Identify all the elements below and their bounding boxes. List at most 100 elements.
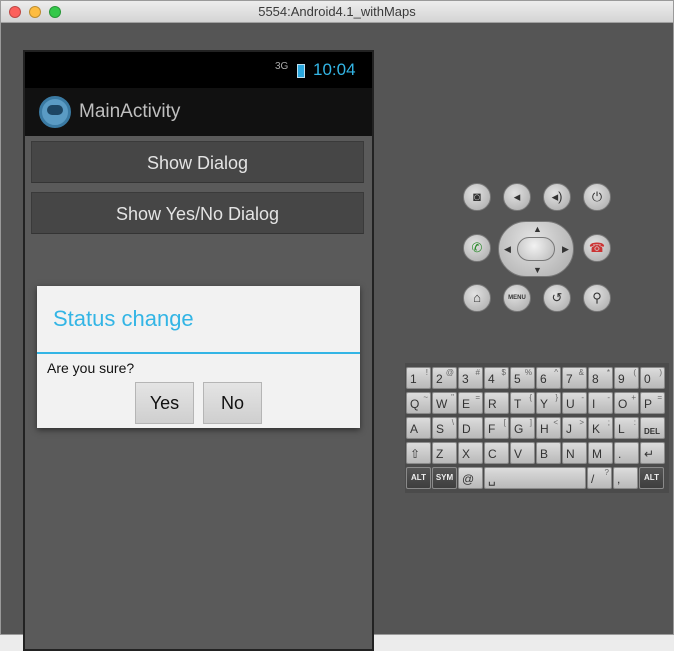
key-row1-3[interactable]: 4 $ (484, 367, 509, 389)
key-row3-2[interactable]: D (458, 417, 483, 439)
key-row1-2[interactable]: 3 # (458, 367, 483, 389)
key-row5-4[interactable]: /? (587, 467, 612, 489)
key-label: J (566, 422, 572, 436)
key-label: ↵ (644, 447, 655, 461)
key-label: N (566, 447, 575, 461)
key-row5-6[interactable]: ALT (639, 467, 664, 489)
key-label: V (514, 447, 523, 461)
key-label: ⇧ (410, 447, 421, 461)
key-label: 5 (514, 372, 521, 386)
key-row1-1[interactable]: 2 @ (432, 367, 457, 389)
key-secondary-label: @ (445, 368, 454, 377)
key-secondary-label: ] (529, 418, 532, 427)
dpad-up-icon[interactable]: ▲ (533, 224, 542, 234)
call-icon[interactable]: ✆ (463, 234, 491, 262)
key-label: T (514, 397, 522, 411)
key-row2-3[interactable]: R (484, 392, 509, 414)
phone-screen: 3G 10:04 MainActivity Show Dialog Show Y… (23, 50, 374, 651)
key-row3-6[interactable]: J > (562, 417, 587, 439)
activity-content: Show Dialog Show Yes/No Dialog Status ch… (25, 136, 372, 649)
key-row1-6[interactable]: 7 & (562, 367, 587, 389)
key-row4-9[interactable]: ↵ (640, 442, 665, 464)
key-row2-7[interactable]: I- (588, 392, 613, 414)
key-row2-5[interactable]: Y} (536, 392, 561, 414)
key-row1-5[interactable]: 6 ^ (536, 367, 561, 389)
key-row1-8[interactable]: 9( (614, 367, 639, 389)
key-row4-7[interactable]: M (588, 442, 613, 464)
key-label: I (592, 397, 596, 411)
key-row2-8[interactable]: O + (614, 392, 639, 414)
key-row1-4[interactable]: 5% (510, 367, 535, 389)
key-row4-2[interactable]: X (458, 442, 483, 464)
dpad-down-icon[interactable]: ▼ (533, 265, 542, 275)
key-row5-3[interactable]: ␣ (484, 467, 586, 489)
key-row2-1[interactable]: W " (432, 392, 457, 414)
key-label: O (618, 397, 628, 411)
end-call-icon[interactable]: ☎ (583, 234, 611, 262)
dialog-yes-button[interactable]: Yes (135, 382, 194, 424)
dpad-right-icon[interactable]: ▶ (562, 244, 569, 255)
key-row5-5[interactable]: , (613, 467, 638, 489)
key-row2-9[interactable]: P = (640, 392, 665, 414)
key-label: 0 (644, 372, 651, 386)
key-row4-5[interactable]: B (536, 442, 561, 464)
key-label: X (462, 447, 471, 461)
key-row4-1[interactable]: Z (432, 442, 457, 464)
key-row2-2[interactable]: E = (458, 392, 483, 414)
key-row4-8[interactable]: . (614, 442, 639, 464)
dialog-no-button[interactable]: No (203, 382, 262, 424)
volume-down-icon[interactable]: ◂ (503, 183, 531, 211)
key-row1-9[interactable]: 0) (640, 367, 665, 389)
key-row4-4[interactable]: V (510, 442, 535, 464)
dpad[interactable]: ▲ ▼ ◀ ▶ (498, 221, 574, 277)
dpad-left-icon[interactable]: ◀ (504, 244, 511, 255)
search-icon[interactable]: ⚲ (583, 284, 611, 312)
key-row3-5[interactable]: H < (536, 417, 561, 439)
camera-icon[interactable]: ◙ (463, 183, 491, 211)
key-row4-6[interactable]: N (562, 442, 587, 464)
key-row4-3[interactable]: C (484, 442, 509, 464)
dialog-message: Are you sure? (47, 360, 135, 376)
key-row5-1[interactable]: SYM (432, 467, 457, 489)
key-label: W (436, 397, 448, 411)
key-row1-0[interactable]: 1! (406, 367, 431, 389)
emulator-controls-panel: ◙ ◂ ◂) ⏻ ✆ ▲ ▼ ◀ ▶ ☎ ⌂ MENU ↺ ⚲ 1! 2 @3 #4 $… (390, 24, 673, 634)
key-row3-0[interactable]: A (406, 417, 431, 439)
key-row3-8[interactable]: L: (614, 417, 639, 439)
key-secondary-label: { (529, 393, 532, 402)
key-row3-1[interactable]: S \ (432, 417, 457, 439)
key-secondary-label: - (607, 393, 610, 402)
back-icon[interactable]: ↺ (543, 284, 571, 312)
key-label: ␣ (488, 472, 496, 486)
key-row1-7[interactable]: 8 * (588, 367, 613, 389)
key-label: , (617, 472, 621, 486)
key-label: ALT (644, 473, 659, 482)
home-icon[interactable]: ⌂ (463, 284, 491, 312)
key-secondary-label: > (579, 418, 584, 427)
key-row2-6[interactable]: U- (562, 392, 587, 414)
power-icon[interactable]: ⏻ (583, 183, 611, 211)
key-label: P (644, 397, 653, 411)
volume-up-icon[interactable]: ◂) (543, 183, 571, 211)
device-screen-panel: 3G 10:04 MainActivity Show Dialog Show Y… (1, 24, 389, 651)
key-row5-2[interactable]: @ (458, 467, 483, 489)
key-secondary-label: ! (425, 368, 428, 377)
key-label: U (566, 397, 575, 411)
key-row5-0[interactable]: ALT (406, 467, 431, 489)
key-row2-4[interactable]: T{ (510, 392, 535, 414)
dpad-center-button[interactable] (517, 237, 555, 261)
dialog-title: Status change (53, 306, 194, 331)
key-row4-0[interactable]: ⇧ (406, 442, 431, 464)
window-titlebar: 5554:Android4.1_withMaps (1, 1, 673, 23)
key-row3-4[interactable]: G] (510, 417, 535, 439)
key-label: E (462, 397, 471, 411)
key-row3-9[interactable]: DEL (640, 417, 665, 439)
key-label: Z (436, 447, 444, 461)
key-row3-7[interactable]: K; (588, 417, 613, 439)
key-secondary-label: ) (659, 368, 662, 377)
key-row3-3[interactable]: F[ (484, 417, 509, 439)
key-label: . (618, 447, 622, 461)
key-row2-0[interactable]: Q ~ (406, 392, 431, 414)
menu-button[interactable]: MENU (503, 284, 531, 312)
key-secondary-label: ; (607, 418, 610, 427)
